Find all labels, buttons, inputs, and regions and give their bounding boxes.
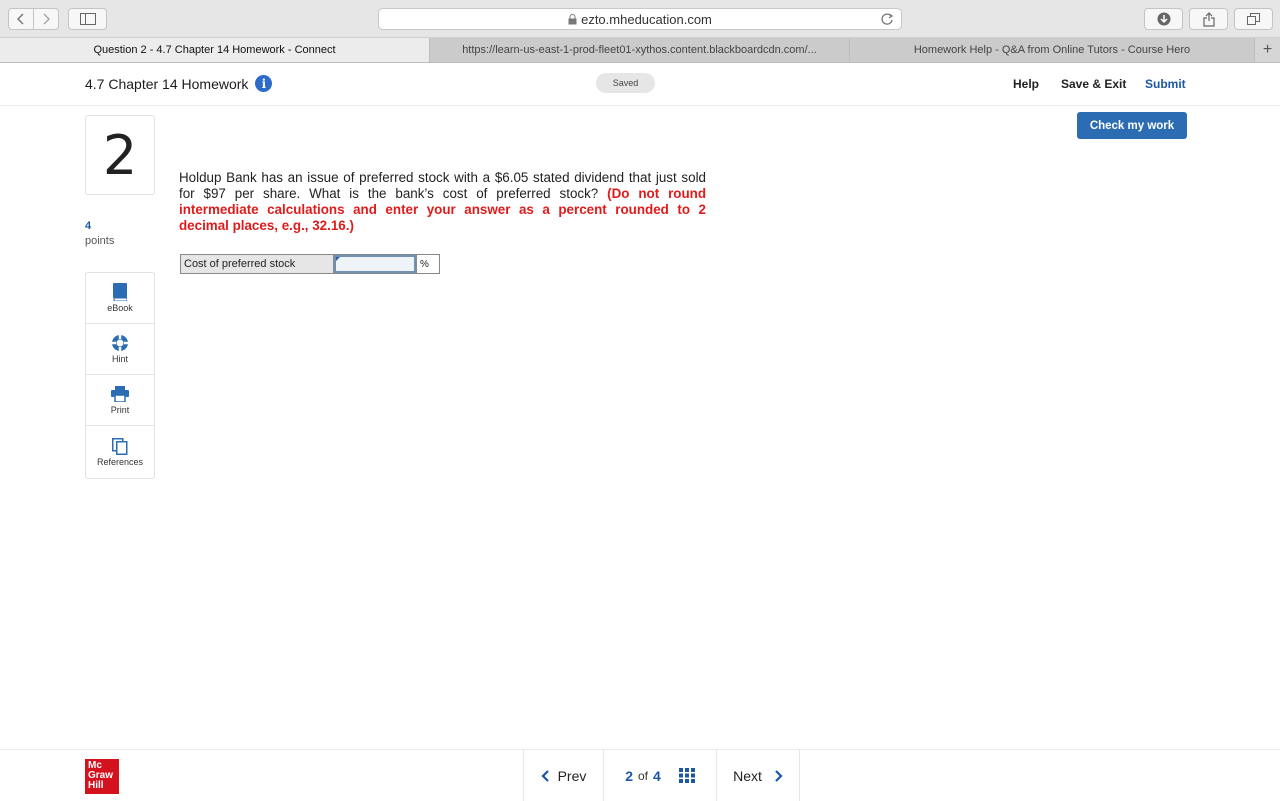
- info-icon[interactable]: i: [255, 75, 273, 92]
- ebook-label: eBook: [107, 303, 133, 313]
- cost-of-preferred-stock-input[interactable]: [334, 255, 416, 273]
- question-number: 2: [85, 115, 155, 195]
- tab-blackboard[interactable]: https://learn-us-east-1-prod-fleet01-xyt…: [430, 38, 850, 62]
- points-label: points: [85, 235, 115, 247]
- tab-connect[interactable]: Question 2 - 4.7 Chapter 14 Homework - C…: [0, 38, 430, 62]
- forward-button[interactable]: [33, 9, 58, 29]
- tabs-overview-button[interactable]: [1234, 8, 1273, 30]
- printer-icon: [111, 385, 129, 403]
- tools-panel: eBook Hint Print References: [85, 272, 155, 479]
- print-label: Print: [110, 405, 130, 415]
- of-label: of: [637, 768, 648, 783]
- hint-label: Hint: [111, 354, 128, 364]
- sidebar-icon: [79, 13, 96, 25]
- documents-icon: [112, 437, 128, 455]
- answer-label: Cost of preferred stock: [181, 255, 334, 273]
- browser-toolbar: ezto.mheducation.com: [0, 0, 1280, 38]
- back-button[interactable]: [9, 9, 33, 29]
- question-pager: Prev 2 of 4 Next: [523, 750, 800, 801]
- downloads-button[interactable]: [1144, 8, 1183, 30]
- lifebuoy-icon: [111, 334, 129, 352]
- assignment-title-text: 4.7 Chapter 14 Homework: [85, 75, 249, 92]
- references-label: References: [96, 457, 144, 467]
- book-icon: [113, 283, 127, 301]
- points-info: 4 points: [85, 219, 114, 249]
- new-tab-button[interactable]: +: [1255, 38, 1280, 62]
- history-buttons: [8, 8, 59, 30]
- app-header: 4.7 Chapter 14 Homework i Saved Help Sav…: [0, 63, 1280, 106]
- next-button[interactable]: Next: [716, 750, 800, 801]
- tabs-icon: [1247, 13, 1260, 25]
- answer-unit: %: [416, 255, 439, 273]
- current-question: 2: [625, 767, 633, 784]
- grid-icon[interactable]: [678, 768, 695, 783]
- saved-status-badge: Saved: [596, 73, 655, 93]
- prev-button[interactable]: Prev: [523, 750, 603, 801]
- next-label: Next: [733, 767, 762, 784]
- question-text: Holdup Bank has an issue of preferred st…: [179, 170, 706, 234]
- chevron-right-icon: [43, 13, 50, 25]
- download-icon: [1157, 12, 1170, 26]
- hint-tool[interactable]: Hint: [86, 324, 154, 375]
- references-tool[interactable]: References: [86, 426, 154, 478]
- chevron-left-icon: [17, 13, 24, 25]
- total-questions: 4: [653, 767, 661, 784]
- share-button[interactable]: [1189, 8, 1228, 30]
- lock-icon: [568, 13, 577, 24]
- assignment-title: 4.7 Chapter 14 Homework i: [85, 75, 273, 92]
- chevron-left-icon: [541, 769, 549, 782]
- chevron-right-icon: [775, 769, 783, 782]
- print-tool[interactable]: Print: [86, 375, 154, 426]
- share-icon: [1202, 11, 1215, 27]
- check-my-work-button[interactable]: Check my work: [1077, 112, 1187, 139]
- logo-line: Hill: [88, 780, 104, 791]
- help-link[interactable]: Help: [1013, 77, 1039, 91]
- footer: Mc Graw Hill Prev 2 of 4 Next: [0, 749, 1280, 801]
- address-bar[interactable]: ezto.mheducation.com: [378, 8, 902, 30]
- sidebar-toggle-button[interactable]: [68, 8, 107, 30]
- tab-bar: Question 2 - 4.7 Chapter 14 Homework - C…: [0, 38, 1280, 63]
- answer-table: Cost of preferred stock %: [180, 254, 440, 274]
- question-position[interactable]: 2 of 4: [603, 750, 716, 801]
- points-value: 4: [85, 220, 92, 232]
- save-exit-link[interactable]: Save & Exit: [1061, 77, 1126, 91]
- prev-label: Prev: [557, 767, 587, 784]
- address-url: ezto.mheducation.com: [581, 11, 712, 27]
- mcgraw-hill-logo: Mc Graw Hill: [85, 759, 119, 794]
- submit-link[interactable]: Submit: [1145, 77, 1186, 91]
- tab-course-hero[interactable]: Homework Help - Q&A from Online Tutors -…: [850, 38, 1255, 62]
- reload-icon[interactable]: [880, 12, 894, 26]
- ebook-tool[interactable]: eBook: [86, 273, 154, 324]
